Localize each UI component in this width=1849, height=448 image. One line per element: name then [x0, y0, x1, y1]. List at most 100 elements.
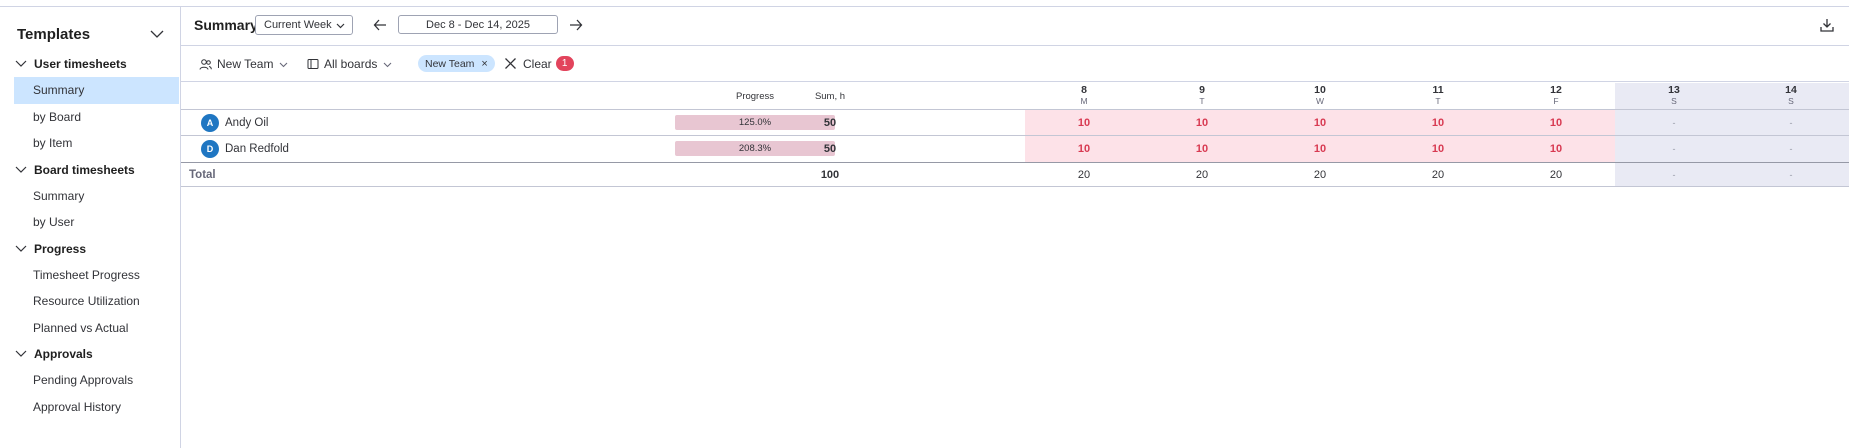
report-header: Summary Current Week Dec 8 - Dec 14, 202…	[181, 7, 1849, 46]
total-label: Total	[189, 168, 216, 181]
sidebar-group-progress[interactable]: Progress	[0, 236, 181, 262]
chevron-down-icon	[15, 60, 27, 67]
column-header-day: 11 T	[1379, 83, 1497, 109]
column-header-day: 14 S	[1733, 83, 1849, 109]
day-cell[interactable]: 10	[1261, 136, 1379, 162]
sidebar-group-user-timesheets[interactable]: User timesheets	[0, 51, 181, 77]
team-filter-button[interactable]: New Team	[199, 55, 288, 73]
active-filter-chip[interactable]: New Team ×	[418, 55, 495, 72]
table-header-row: Progress Sum, h 8M 9T 10 W 11 T 12 F 13 S 14…	[181, 83, 1849, 110]
arrow-right-icon	[570, 19, 583, 31]
day-weekday: T	[1199, 96, 1205, 106]
user-cell: A Andy Oil	[201, 110, 268, 135]
chevron-down-icon	[15, 245, 27, 252]
column-header-day: 10 W	[1261, 83, 1379, 109]
day-weekday: T	[1435, 96, 1441, 106]
next-week-button[interactable]	[566, 15, 586, 35]
sidebar-item-timesheet-progress[interactable]: Timesheet Progress	[0, 262, 179, 289]
day-weekday: F	[1553, 96, 1559, 106]
day-cell[interactable]: 10	[1497, 136, 1615, 162]
date-range-display[interactable]: Dec 8 - Dec 14, 2025	[398, 15, 558, 34]
day-cell[interactable]: 10	[1143, 136, 1261, 162]
arrow-left-icon	[373, 19, 386, 31]
boards-filter-button[interactable]: All boards	[307, 55, 392, 73]
sidebar-group-label: Progress	[34, 241, 87, 256]
clear-filters-button[interactable]: Clear 1	[504, 54, 574, 73]
sidebar-group-label: User timesheets	[34, 57, 127, 71]
templates-sidebar: Templates User timesheets Summary by Boa…	[0, 7, 181, 448]
total-day-cell: 20	[1077, 168, 1091, 181]
day-number: 12	[1550, 84, 1562, 96]
user-name: Andy Oil	[225, 116, 269, 129]
chevron-down-icon[interactable]	[149, 26, 165, 42]
day-weekday: M	[1080, 96, 1088, 106]
sidebar-group-label: Approvals	[34, 347, 93, 361]
column-header-day: 9T	[1143, 83, 1261, 109]
day-cell[interactable]: -	[1733, 136, 1849, 162]
day-weekday: W	[1315, 96, 1325, 106]
table-row[interactable]: A Andy Oil 125.0% 50 10 10 10 10 10 - -	[181, 110, 1849, 136]
table-row[interactable]: D Dan Redfold 208.3% 50 10 10 10 10 10 -…	[181, 136, 1849, 162]
chevron-down-icon	[383, 60, 392, 69]
sidebar-item-board-summary[interactable]: Summary	[0, 183, 179, 210]
day-cell[interactable]: 10	[1025, 110, 1143, 135]
day-cell[interactable]: 10	[1379, 136, 1497, 162]
total-day-cell: 20	[1431, 168, 1445, 181]
user-cell: D Dan Redfold	[201, 136, 289, 162]
day-number: 9	[1199, 84, 1205, 96]
users-icon	[199, 58, 212, 71]
day-number: 10	[1314, 84, 1326, 96]
total-day-cell: 20	[1195, 168, 1209, 181]
chevron-down-icon	[15, 350, 27, 357]
day-cell[interactable]: -	[1615, 136, 1733, 162]
day-number: 8	[1081, 84, 1087, 96]
day-weekday: S	[1788, 96, 1794, 106]
sidebar-item-planned-vs-actual[interactable]: Planned vs Actual	[0, 315, 179, 342]
column-header-day: 8M	[1025, 83, 1143, 109]
sum-cell: 50	[823, 116, 837, 129]
sidebar-item-by-user[interactable]: by User	[0, 209, 179, 236]
column-header-day: 13 S	[1615, 83, 1733, 109]
chevron-down-icon	[336, 23, 345, 29]
sidebar-item-resource-utilization[interactable]: Resource Utilization	[0, 288, 179, 315]
sidebar-item-approval-history[interactable]: Approval History	[0, 394, 179, 421]
sidebar-item-by-item[interactable]: by Item	[0, 130, 179, 157]
total-day-cell: -	[1733, 163, 1849, 186]
day-cell[interactable]: -	[1615, 110, 1733, 135]
board-icon	[307, 58, 319, 70]
total-day-cell: 20	[1313, 168, 1327, 181]
day-number: 14	[1785, 84, 1797, 96]
team-filter-label: New Team	[217, 57, 274, 71]
clear-filters-label: Clear	[523, 56, 552, 71]
day-cell[interactable]: 10	[1261, 110, 1379, 135]
day-cell[interactable]: 10	[1025, 136, 1143, 162]
chip-label: New Team	[425, 57, 475, 70]
column-header-day: 12 F	[1497, 83, 1615, 109]
filter-count-badge: 1	[555, 56, 574, 71]
sidebar-group-board-timesheets[interactable]: Board timesheets	[0, 157, 181, 183]
sidebar-group-label: Board timesheets	[34, 162, 135, 177]
sidebar-group-approvals[interactable]: Approvals	[0, 341, 181, 367]
day-cell[interactable]: 10	[1379, 110, 1497, 135]
close-icon	[504, 57, 517, 70]
previous-week-button[interactable]	[370, 15, 390, 35]
download-button[interactable]	[1817, 15, 1837, 35]
day-weekday: S	[1671, 96, 1677, 106]
sum-cell: 50	[823, 143, 837, 155]
boards-filter-label: All boards	[324, 57, 378, 71]
sidebar-item-pending-approvals[interactable]: Pending Approvals	[0, 367, 179, 394]
chevron-down-icon	[279, 60, 288, 69]
total-sum-cell: 100	[820, 168, 840, 181]
user-name: Dan Redfold	[225, 143, 289, 155]
sidebar-item-user-summary[interactable]: Summary	[14, 77, 179, 104]
chip-remove-icon[interactable]: ×	[481, 58, 487, 70]
day-cell[interactable]: 10	[1497, 110, 1615, 135]
total-day-cell: -	[1615, 163, 1733, 186]
day-cell[interactable]: 10	[1143, 110, 1261, 135]
sidebar-item-by-board[interactable]: by Board	[0, 104, 179, 131]
day-number: 11	[1432, 84, 1444, 96]
filter-bar: New Team All boards New Team × Clear 1	[181, 46, 1849, 82]
day-cell[interactable]: -	[1733, 110, 1849, 135]
period-select[interactable]: Current Week	[255, 15, 353, 35]
date-range-text: Dec 8 - Dec 14, 2025	[426, 18, 530, 31]
